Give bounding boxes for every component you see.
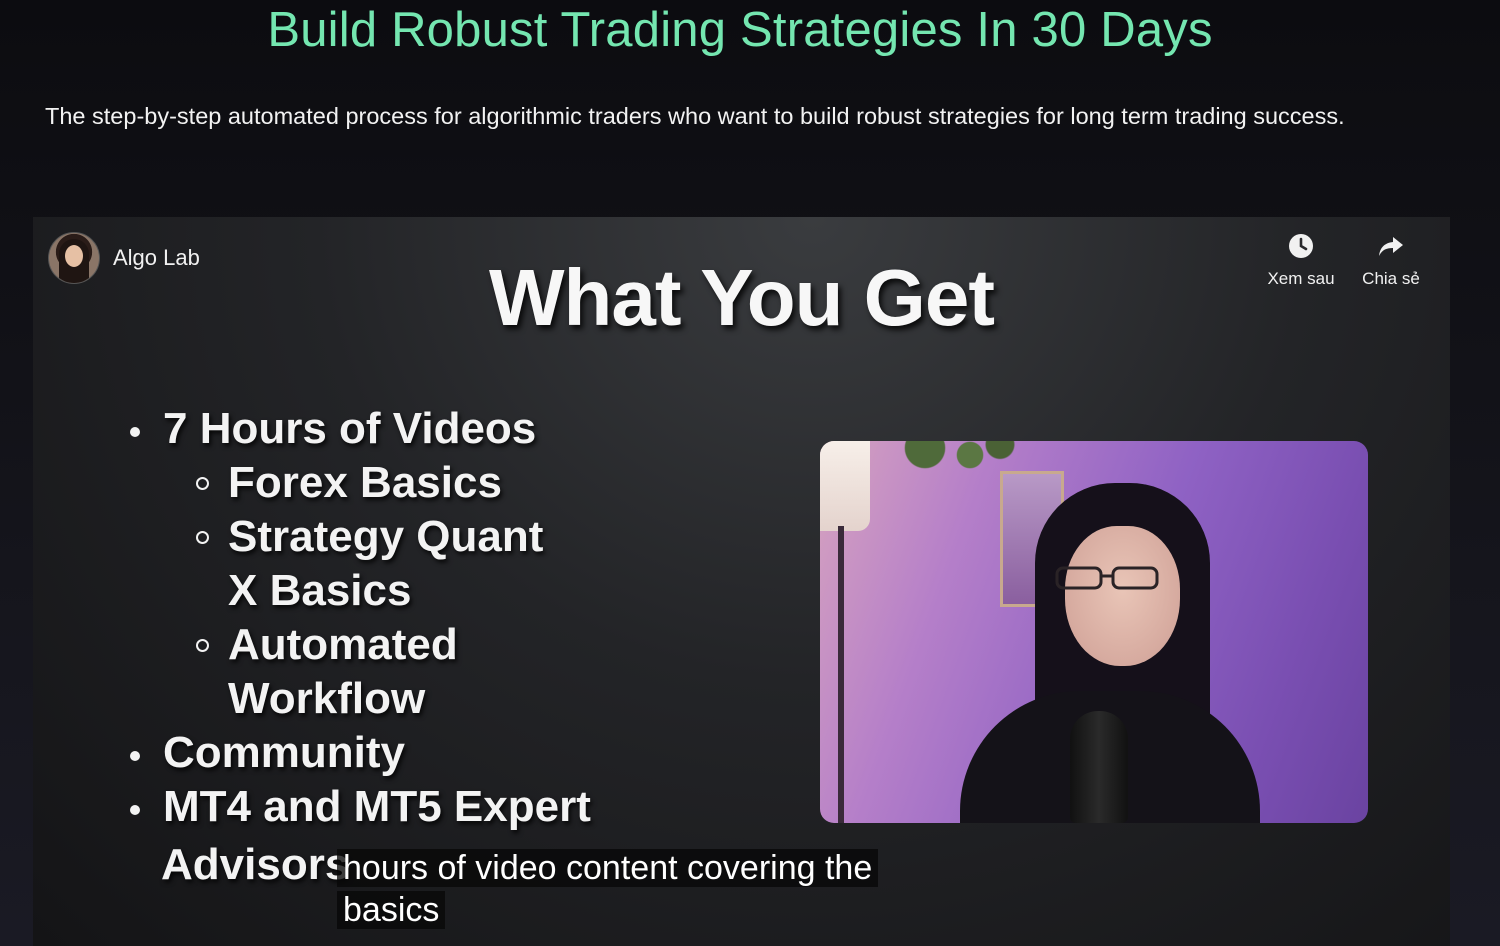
caption-line-2: basics [337, 891, 446, 929]
presenter-webcam [820, 441, 1368, 823]
video-player[interactable]: Algo Lab Xem sau Chia sẻ What You Get 7 … [33, 217, 1450, 946]
landing-page: Build Robust Trading Strategies In 30 Da… [0, 0, 1500, 946]
sub-bullet-item: Automated Workflow [128, 618, 591, 726]
page-title: Build Robust Trading Strategies In 30 Da… [267, 3, 1213, 57]
video-caption: hours of video content covering the basi… [337, 847, 879, 931]
bullet-item: MT4 and MT5 Expert [128, 780, 591, 834]
sub-bullet-item: Forex Basics [128, 456, 591, 510]
bullet-continuation: Advisors [161, 840, 350, 889]
slide-title: What You Get [488, 253, 995, 342]
sub-bullet-item: Strategy Quant X Basics [128, 510, 591, 618]
slide-bullet-list: 7 Hours of Videos Forex Basics Strategy … [128, 402, 591, 834]
caption-line-1: hours of video content covering the [337, 849, 879, 887]
bullet-item: 7 Hours of Videos [128, 402, 591, 456]
bullet-item: Community [128, 726, 591, 780]
page-subtitle: The step-by-step automated process for a… [45, 103, 1345, 129]
